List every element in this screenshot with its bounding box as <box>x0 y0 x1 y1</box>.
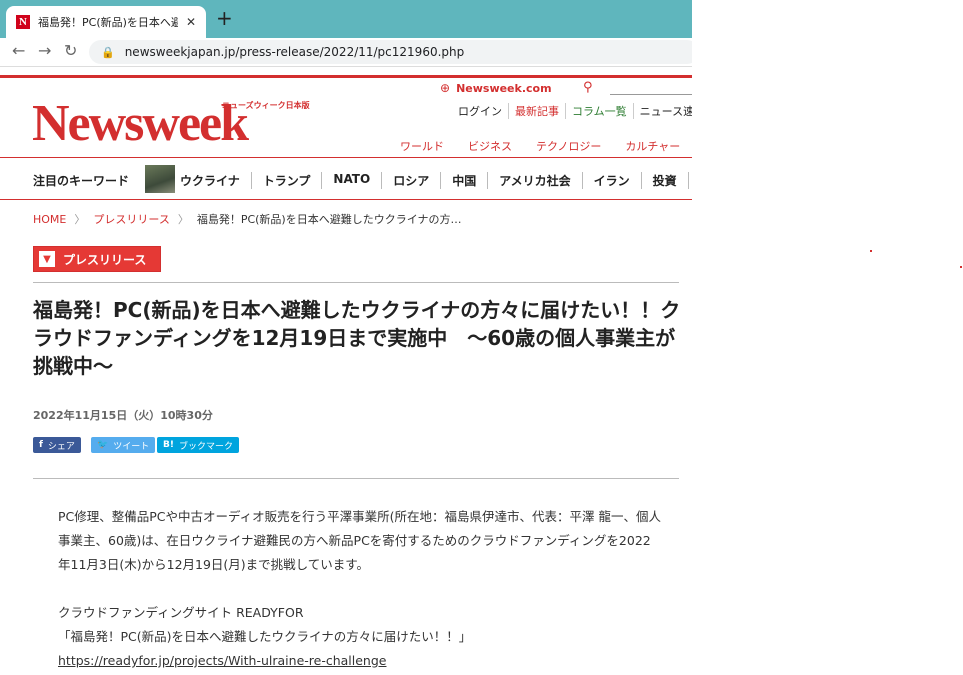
project-name-line: 「福島発！PC(新品)を日本へ避難したウクライナの方々に届けたい！！」 <box>58 629 472 644</box>
facebook-share-label: シェア <box>47 441 75 452</box>
readyfor-site-line: クラウドファンディングサイト READYFOR <box>58 605 304 620</box>
hatena-share-label: ブックマーク <box>178 441 233 452</box>
project-url-link[interactable]: https://readyfor.jp/projects/With-ulrain… <box>58 653 386 668</box>
keyword-label: 注目のキーワード <box>33 174 130 188</box>
article-body: PC修理、整備品PCや中古オーディオ販売を行う平澤事業所(所在地：福島県伊達市、… <box>58 505 663 673</box>
keyword-nato[interactable]: NATO <box>322 172 383 189</box>
press-release-badge[interactable]: ▼ プレスリリース <box>33 246 161 272</box>
site-link-group: ⊕ Newsweek.com <box>440 81 552 95</box>
facebook-share-button[interactable]: f シェア <box>33 437 81 453</box>
columns-link[interactable]: コラム一覧 <box>565 103 633 119</box>
twitter-bird-icon: 🐦 <box>97 440 109 450</box>
facebook-icon: f <box>39 440 43 450</box>
article-paragraph: PC修理、整備品PCや中古オーディオ販売を行う平澤事業所(所在地：福島県伊達市、… <box>58 509 662 572</box>
forward-arrow-icon[interactable]: → <box>38 41 51 61</box>
login-link[interactable]: ログイン <box>452 103 508 119</box>
header-sublinks: ログイン 最新記事 コラム一覧 ニュース速報 <box>452 103 692 119</box>
header-top-line <box>0 75 692 78</box>
latest-articles-link[interactable]: 最新記事 <box>508 103 565 119</box>
keyword-list: ウクライナ トランプ NATO ロシア 中国 アメリカ社会 イラン 投資 <box>180 172 689 189</box>
breadcrumb-section[interactable]: プレスリリース <box>93 211 169 227</box>
ukraine-thumbnail[interactable] <box>145 165 175 193</box>
keyword-china[interactable]: 中国 <box>441 172 489 189</box>
category-culture[interactable]: カルチャー <box>625 138 680 154</box>
keyword-investment[interactable]: 投資 <box>642 172 689 189</box>
twitter-share-label: ツイート <box>113 441 150 452</box>
badge-label: プレスリリース <box>63 252 147 267</box>
newsweek-favicon-icon: N <box>16 15 30 29</box>
twitter-share-button[interactable]: 🐦 ツイート <box>91 437 156 453</box>
article-title: 福島発！PC(新品)を日本へ避難したウクライナの方々に届けたい！！クラウドファン… <box>33 298 681 378</box>
chevron-right-icon: 〉 <box>74 213 86 226</box>
chevron-right-icon: 〉 <box>177 213 189 226</box>
chevron-down-icon: ▼ <box>39 251 55 267</box>
keyword-russia[interactable]: ロシア <box>382 172 442 189</box>
address-bar[interactable]: 🔒 newsweekjapan.jp/press-release/2022/11… <box>89 40 692 64</box>
divider <box>33 282 679 283</box>
newsweek-com-link[interactable]: Newsweek.com <box>456 82 552 95</box>
keyword-ukraine[interactable]: ウクライナ <box>180 172 252 189</box>
address-url[interactable]: newsweekjapan.jp/press-release/2022/11/p… <box>125 45 465 59</box>
browser-window: N 福島発！PC(新品)を日本へ避難した ✕ + ← → ↻ 🔒 newswee… <box>0 0 692 675</box>
hatena-b-icon: B! <box>163 440 174 450</box>
category-business[interactable]: ビジネス <box>468 138 512 154</box>
keyword-trump[interactable]: トランプ <box>252 172 323 189</box>
category-world[interactable]: ワールド <box>400 138 444 154</box>
keyword-iran[interactable]: イラン <box>583 172 642 189</box>
newsweek-logo[interactable]: Newsweek <box>32 98 249 150</box>
breadcrumb-home[interactable]: HOME <box>33 213 66 226</box>
browser-tab[interactable]: N 福島発！PC(新品)を日本へ避難した ✕ <box>6 6 206 38</box>
keyword-bar: 注目のキーワード ウクライナ トランプ NATO ロシア 中国 アメリカ社会 イ… <box>0 157 692 200</box>
category-technology[interactable]: テクノロジー <box>536 138 601 154</box>
breaking-news-link[interactable]: ニュース速報 <box>632 103 692 119</box>
breadcrumb: HOME 〉 プレスリリース 〉 福島発！PC(新品)を日本へ避難したウクライナ… <box>33 211 462 227</box>
hatena-bookmark-button[interactable]: B! ブックマーク <box>157 437 239 453</box>
lock-icon: 🔒 <box>101 45 115 59</box>
breadcrumb-current: 福島発！PC(新品)を日本へ避難したウクライナの方… <box>196 213 462 226</box>
reload-icon[interactable]: ↻ <box>64 41 77 61</box>
stray-dot <box>960 266 962 268</box>
keyword-us-society[interactable]: アメリカ社会 <box>488 172 583 189</box>
tab-title: 福島発！PC(新品)を日本へ避難した <box>38 16 178 29</box>
stray-dot <box>870 250 872 252</box>
close-tab-icon[interactable]: ✕ <box>186 15 196 29</box>
article-date: 2022年11月15日（火）10時30分 <box>33 409 213 422</box>
logo-subtitle: ニューズウィーク日本版 <box>222 101 310 110</box>
back-arrow-icon[interactable]: ← <box>12 41 25 61</box>
search-input[interactable] <box>610 94 692 95</box>
search-icon[interactable]: ⚲ <box>583 80 593 95</box>
divider <box>33 478 679 479</box>
tab-strip: N 福島発！PC(新品)を日本へ避難した ✕ + <box>0 0 692 38</box>
browser-toolbar: ← → ↻ 🔒 newsweekjapan.jp/press-release/2… <box>0 38 692 67</box>
new-tab-icon[interactable]: + <box>216 8 233 28</box>
globe-icon: ⊕ <box>440 81 451 95</box>
category-nav: ワールド ビジネス テクノロジー カルチャー <box>400 138 680 154</box>
